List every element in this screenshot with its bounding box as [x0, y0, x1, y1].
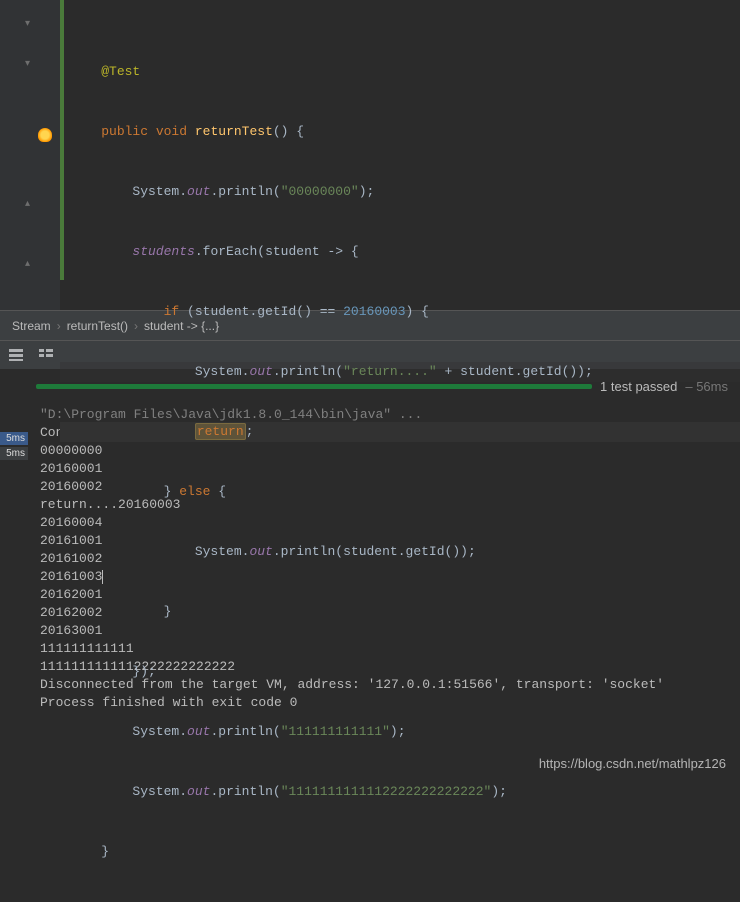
number-literal: 20160003 [343, 304, 405, 319]
vcs-change-marker [60, 0, 64, 280]
intention-bulb-icon[interactable] [38, 128, 52, 142]
keyword: public void [101, 124, 187, 139]
punct: ; [398, 724, 406, 739]
field-ref: out [187, 184, 210, 199]
annotation: @Test [101, 64, 140, 79]
punct: ; [499, 784, 507, 799]
test-tree-times: 5ms 5ms [0, 432, 28, 462]
param: student [265, 244, 320, 259]
punct: ) { [406, 304, 429, 319]
watermark: https://blog.csdn.net/mathlpz126 [539, 756, 726, 771]
string-literal: "00000000" [281, 184, 359, 199]
field-ref: out [187, 724, 210, 739]
keyword-return: return [195, 423, 246, 440]
operator: == [312, 304, 343, 319]
fold-icon[interactable]: ▴ [25, 258, 30, 270]
punct: () { [273, 124, 304, 139]
punct: -> { [320, 244, 359, 259]
field-ref: out [249, 364, 272, 379]
method-call: getId [257, 304, 296, 319]
punct: ; [367, 184, 375, 199]
method-call: println [281, 544, 336, 559]
gutter: ▾ ▾ ▴ ▴ [0, 0, 60, 310]
filter-icon[interactable] [38, 347, 54, 363]
var-ref: student [343, 544, 398, 559]
punct: }); [132, 664, 155, 679]
breadcrumb-item[interactable]: Stream [12, 319, 51, 333]
punct: } [164, 604, 172, 619]
method-call: println [218, 724, 273, 739]
class-ref: System [132, 784, 179, 799]
class-ref: System [195, 544, 242, 559]
class-ref: System [132, 184, 179, 199]
fold-icon[interactable]: ▴ [25, 198, 30, 210]
string-literal: "111111111111" [281, 724, 390, 739]
method-call: println [218, 184, 273, 199]
keyword: else [179, 484, 210, 499]
method-name: returnTest [195, 124, 273, 139]
punct: ; [468, 544, 476, 559]
method-call: println [281, 364, 336, 379]
string-literal: "1111111111112222222222222" [281, 784, 492, 799]
punct: ; [585, 364, 593, 379]
punct: } [101, 844, 109, 859]
field-ref: students [132, 244, 194, 259]
method-call: forEach [203, 244, 258, 259]
test-time-chip[interactable]: 5ms [0, 432, 28, 445]
punct: } [164, 484, 172, 499]
keyword: if [164, 304, 180, 319]
layout-icon[interactable] [8, 347, 24, 363]
class-ref: System [195, 364, 242, 379]
fold-icon[interactable]: ▾ [25, 18, 30, 30]
punct: ; [246, 424, 254, 439]
operator: + [437, 364, 460, 379]
code-content[interactable]: @Test public void returnTest() { System.… [60, 0, 740, 310]
var-ref: student [460, 364, 515, 379]
method-call: getId [523, 364, 562, 379]
fold-icon[interactable]: ▾ [25, 58, 30, 70]
test-time-chip[interactable]: 5ms [0, 447, 28, 460]
string-literal: "return...." [343, 364, 437, 379]
code-editor[interactable]: ▾ ▾ ▴ ▴ @Test public void returnTest() {… [0, 0, 740, 310]
class-ref: System [132, 724, 179, 739]
method-call: println [218, 784, 273, 799]
field-ref: out [187, 784, 210, 799]
method-call: getId [406, 544, 445, 559]
var-ref: student [195, 304, 250, 319]
field-ref: out [249, 544, 272, 559]
